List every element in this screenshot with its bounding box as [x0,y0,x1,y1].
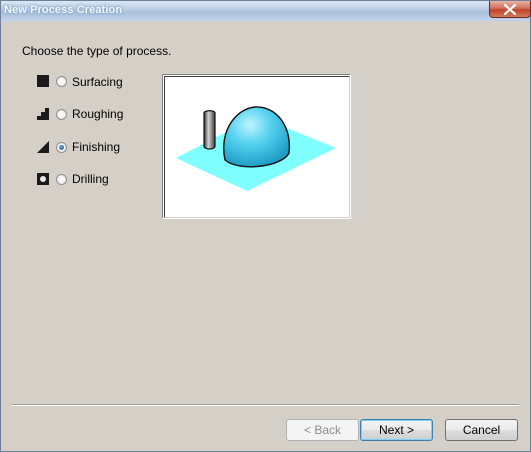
cutting-tool [203,110,216,150]
finishing-label[interactable]: Finishing [72,140,120,154]
roughing-radio[interactable] [56,109,67,120]
process-preview [162,74,351,219]
finishing-radio[interactable] [56,142,67,153]
window-title: New Process Creation [4,4,123,16]
cancel-button[interactable]: Cancel [445,419,518,441]
finishing-icon [37,141,49,153]
surfacing-icon [37,75,49,87]
part-dome [223,106,291,168]
close-button[interactable] [489,1,531,18]
next-button[interactable]: Next > [360,419,433,441]
surfacing-radio[interactable] [56,76,67,87]
roughing-icon [37,108,49,120]
finishing-preview-image [176,106,336,191]
roughing-label[interactable]: Roughing [72,107,123,121]
surfacing-label[interactable]: Surfacing [72,75,123,89]
title-bar[interactable]: New Process Creation [1,1,531,21]
close-icon [503,4,517,15]
drilling-label[interactable]: Drilling [72,172,109,186]
prompt-label: Choose the type of process. [22,44,172,58]
preview-canvas [164,76,350,218]
drilling-icon [37,173,49,185]
new-process-dialog: New Process Creation Choose the type of … [0,0,531,452]
drilling-radio[interactable] [56,174,67,185]
back-button[interactable]: < Back [286,419,359,441]
footer-divider [11,404,519,406]
